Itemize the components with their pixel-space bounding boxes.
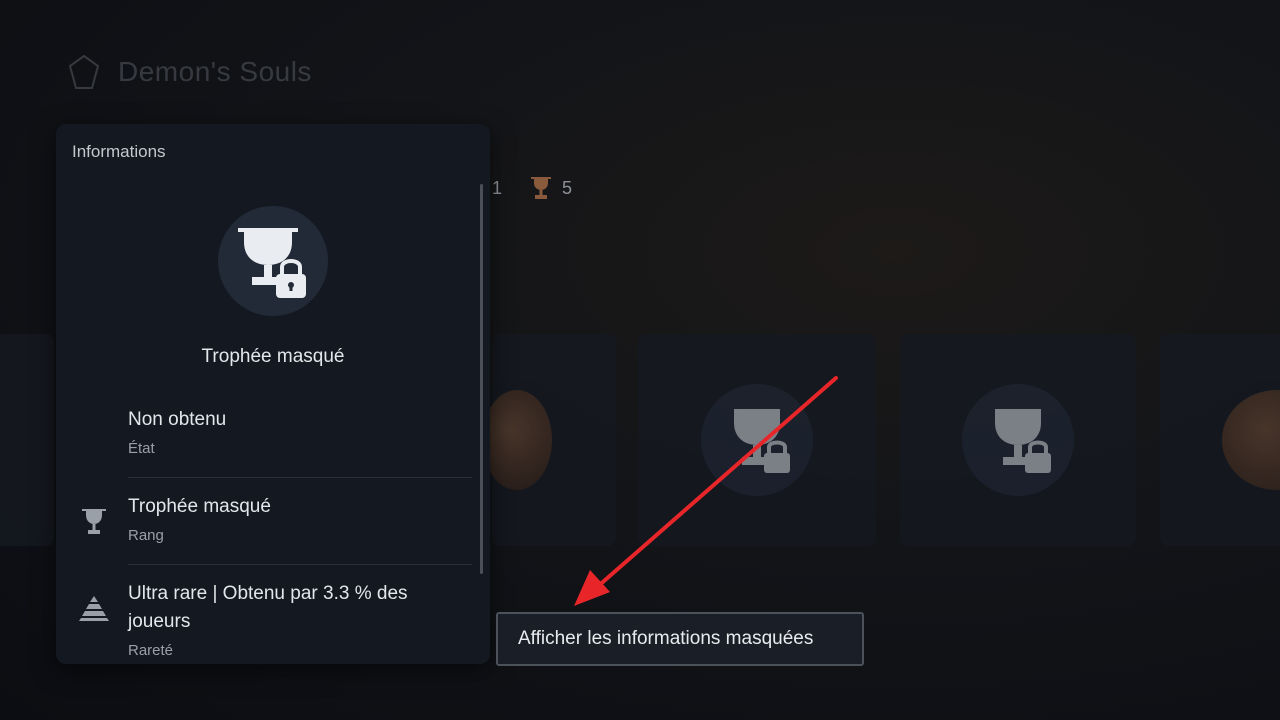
trophy-name: Trophée masqué	[201, 346, 345, 367]
hidden-trophy-icon	[734, 409, 790, 473]
status-row: Non obtenu État	[128, 406, 472, 457]
trophy-tile[interactable]	[0, 334, 54, 546]
divider	[128, 477, 472, 478]
trophy-info-panel: Informations Trophée masqué Non obtenu É…	[56, 124, 490, 664]
trophy-tile[interactable]	[1160, 334, 1280, 546]
bronze-trophy-art	[482, 390, 552, 490]
silver-count-value: 1	[492, 177, 503, 198]
bronze-trophy-art	[1222, 390, 1280, 490]
show-hidden-info-button[interactable]: Afficher les informations masquées	[496, 612, 864, 666]
hidden-trophy-badge	[218, 206, 328, 316]
rank-value: Trophée masqué	[128, 496, 271, 517]
bronze-trophy-icon	[531, 177, 552, 199]
status-label: État	[128, 440, 155, 457]
status-value: Non obtenu	[128, 409, 227, 430]
rank-label: Rang	[128, 527, 164, 544]
hidden-trophy-icon	[995, 409, 1051, 473]
rarity-label: Rareté	[128, 642, 174, 659]
locked-trophy-icon	[238, 228, 306, 298]
rarity-pyramid-icon	[76, 590, 112, 626]
rank-row: Trophée masqué Rang	[128, 493, 472, 544]
trophy-tile[interactable]	[482, 334, 616, 546]
game-emblem-icon	[68, 54, 100, 89]
bronze-count-value: 5	[562, 177, 573, 198]
game-title: Demon's Souls	[118, 56, 312, 87]
trophy-counts: 1 5	[492, 175, 572, 201]
trophy-tile[interactable]	[638, 334, 876, 546]
trophy-icon	[76, 504, 112, 540]
bronze-count: 5	[530, 175, 572, 201]
trophy-tile[interactable]	[900, 334, 1136, 546]
silver-count: 1	[492, 178, 502, 199]
panel-title: Informations	[72, 142, 166, 161]
game-header: Demon's Souls	[64, 52, 312, 92]
divider	[128, 564, 472, 565]
rarity-row: Ultra rare | Obtenu par 3.3 % des joueur…	[128, 580, 472, 659]
panel-scrollbar[interactable]	[480, 184, 483, 574]
rarity-value: Ultra rare | Obtenu par 3.3 % des joueur…	[128, 583, 408, 632]
